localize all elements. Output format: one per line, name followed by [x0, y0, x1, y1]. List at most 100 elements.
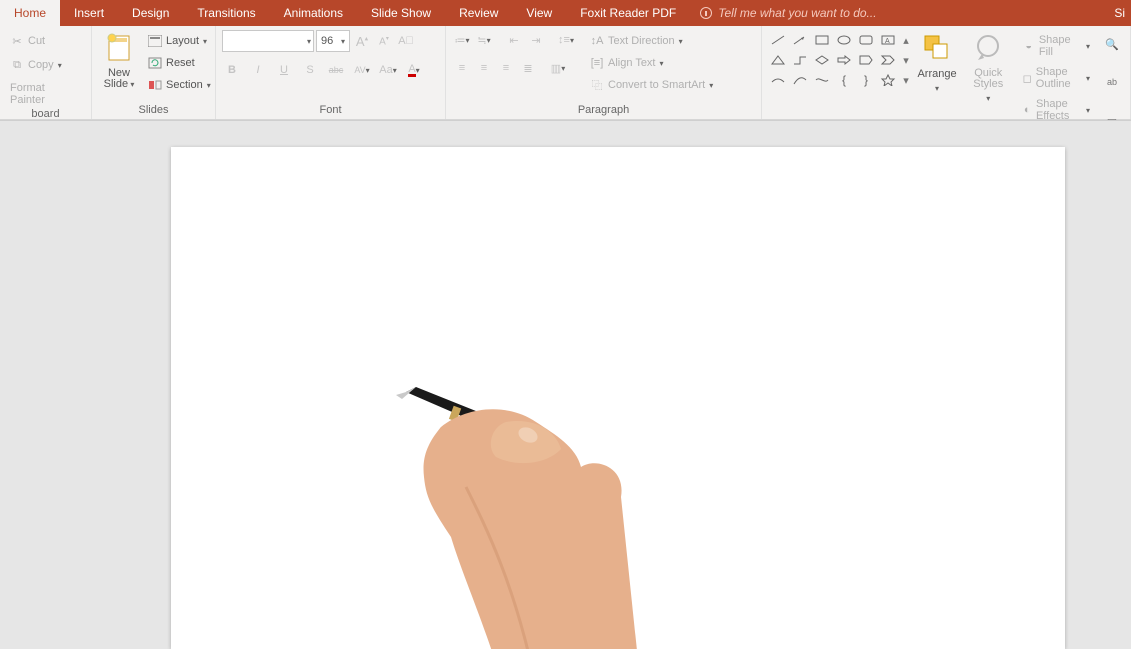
reset-button[interactable]: Reset: [144, 54, 215, 72]
text-shadow-button[interactable]: S: [300, 60, 320, 80]
scissors-icon: ✂: [10, 34, 24, 48]
numbering-icon: ≒: [477, 34, 486, 47]
tab-insert[interactable]: Insert: [60, 0, 118, 26]
new-slide-button[interactable]: New Slide ▾: [98, 30, 140, 92]
diamond-shape-icon[interactable]: [812, 53, 832, 67]
align-left-button[interactable]: ≡: [452, 58, 472, 78]
shape-outline-button[interactable]: ◻ Shape Outline▾: [1019, 64, 1095, 92]
brace2-shape-icon[interactable]: }: [856, 73, 876, 87]
curve-shape-icon[interactable]: [812, 73, 832, 87]
outline-icon: ◻: [1023, 71, 1032, 85]
reset-label: Reset: [166, 57, 195, 69]
smartart-label: Convert to SmartArt: [608, 79, 705, 91]
justify-icon: ≣: [523, 62, 532, 75]
shape-fill-button[interactable]: ◒ Shape Fill▾: [1019, 32, 1095, 60]
grow-font-button[interactable]: A▴: [352, 31, 372, 51]
roundrect-shape-icon[interactable]: [856, 33, 876, 47]
clear-format-button[interactable]: A⃠: [396, 31, 416, 51]
slide[interactable]: [171, 147, 1065, 649]
align-right-button[interactable]: ≡: [496, 58, 516, 78]
arrow-right-shape-icon[interactable]: [834, 53, 854, 67]
section-icon: [148, 78, 162, 92]
pentagon-shape-icon[interactable]: [856, 53, 876, 67]
copy-button[interactable]: ⧉ Copy ▾: [6, 56, 85, 74]
decrease-indent-button[interactable]: ⇤: [504, 30, 524, 50]
layout-icon: [148, 34, 162, 48]
justify-button[interactable]: ≣: [518, 58, 538, 78]
change-case-button[interactable]: Aa▾: [378, 60, 398, 80]
tab-slideshow[interactable]: Slide Show: [357, 0, 445, 26]
smartart-button[interactable]: ⿻ Convert to SmartArt▾: [586, 76, 717, 94]
tell-me-search[interactable]: Tell me what you want to do...: [690, 0, 886, 26]
arrange-button[interactable]: Arrange ▾: [916, 30, 958, 95]
tab-home[interactable]: Home: [0, 0, 60, 26]
columns-button[interactable]: ▥▾: [548, 58, 568, 78]
shape-fill-label: Shape Fill: [1039, 34, 1082, 58]
arrow-shape-icon[interactable]: [790, 33, 810, 47]
replace-button[interactable]: ab: [1102, 72, 1122, 92]
increase-indent-button[interactable]: ⇥: [526, 30, 546, 50]
group-slides: New Slide ▾ Layout▾ Reset Section▾ Slide…: [92, 26, 216, 119]
tab-view[interactable]: View: [512, 0, 566, 26]
columns-icon: ▥: [551, 62, 561, 75]
bold-button[interactable]: B: [222, 60, 242, 80]
tab-review[interactable]: Review: [445, 0, 512, 26]
paragraph-group-label: Paragraph: [446, 104, 761, 119]
cut-button[interactable]: ✂ Cut: [6, 32, 85, 50]
section-label: Section: [166, 79, 203, 91]
gallery-up-icon[interactable]: ▴: [900, 30, 912, 50]
share-button[interactable]: Si: [1108, 0, 1131, 26]
copy-icon: ⧉: [10, 58, 24, 72]
arc-shape-icon[interactable]: [790, 73, 810, 87]
text-direction-button[interactable]: ↕A Text Direction▾: [586, 32, 717, 50]
font-color-button[interactable]: A▾: [404, 60, 424, 80]
elbow-shape-icon[interactable]: [790, 53, 810, 67]
group-paragraph: ≔▾ ≒▾ ⇤ ⇥ ↕≡▾ ≡ ≡ ≡ ≣ ▥▾: [446, 26, 762, 119]
connector-shape-icon[interactable]: [768, 73, 788, 87]
quick-styles-button[interactable]: Quick Styles ▾: [962, 30, 1015, 105]
arrange-label: Arrange: [917, 68, 956, 80]
shape-outline-label: Shape Outline: [1036, 66, 1082, 90]
format-painter-button[interactable]: Format Painter: [6, 80, 85, 108]
chevron-shape-icon[interactable]: [878, 53, 898, 67]
copy-label: Copy: [28, 59, 54, 71]
numbering-button[interactable]: ≒▾: [474, 30, 494, 50]
tab-animations[interactable]: Animations: [270, 0, 357, 26]
gallery-more-icon[interactable]: ▾: [900, 70, 912, 90]
star-shape-icon[interactable]: [878, 73, 898, 87]
slide-canvas-area[interactable]: [0, 120, 1131, 648]
section-button[interactable]: Section▾: [144, 76, 215, 94]
char-spacing-button[interactable]: AV▾: [352, 60, 372, 80]
lightbulb-icon: [700, 7, 712, 19]
tab-design[interactable]: Design: [118, 0, 183, 26]
line-shape-icon[interactable]: [768, 33, 788, 47]
indent-icon: ⇥: [531, 34, 540, 47]
strikethrough-button[interactable]: abc: [326, 60, 346, 80]
italic-button[interactable]: I: [248, 60, 268, 80]
line-spacing-button[interactable]: ↕≡▾: [556, 30, 576, 50]
font-family-select[interactable]: ▾: [222, 30, 314, 52]
triangle-shape-icon[interactable]: [768, 53, 788, 67]
case-label: Aa: [379, 64, 392, 76]
tab-foxit[interactable]: Foxit Reader PDF: [566, 0, 690, 26]
underline-button[interactable]: U: [274, 60, 294, 80]
align-text-button[interactable]: [≡] Align Text▾: [586, 54, 717, 72]
oval-shape-icon[interactable]: [834, 33, 854, 47]
font-size-select[interactable]: 96▾: [316, 30, 350, 52]
align-center-icon: ≡: [481, 62, 487, 74]
textbox-shape-icon[interactable]: A: [878, 33, 898, 47]
shapes-gallery[interactable]: A ▴ ▾ { }: [768, 30, 912, 90]
tab-transitions[interactable]: Transitions: [183, 0, 269, 26]
spacing-label: AV: [354, 65, 365, 75]
gallery-down-icon[interactable]: ▾: [900, 50, 912, 70]
layout-button[interactable]: Layout▾: [144, 32, 215, 50]
align-center-button[interactable]: ≡: [474, 58, 494, 78]
brace-shape-icon[interactable]: {: [834, 73, 854, 87]
shrink-font-button[interactable]: A▾: [374, 31, 394, 51]
quick-styles-icon: [972, 32, 1004, 64]
align-left-icon: ≡: [459, 62, 465, 74]
rect-shape-icon[interactable]: [812, 33, 832, 47]
cut-label: Cut: [28, 35, 45, 47]
bullets-button[interactable]: ≔▾: [452, 30, 472, 50]
find-button[interactable]: 🔍: [1102, 34, 1122, 54]
